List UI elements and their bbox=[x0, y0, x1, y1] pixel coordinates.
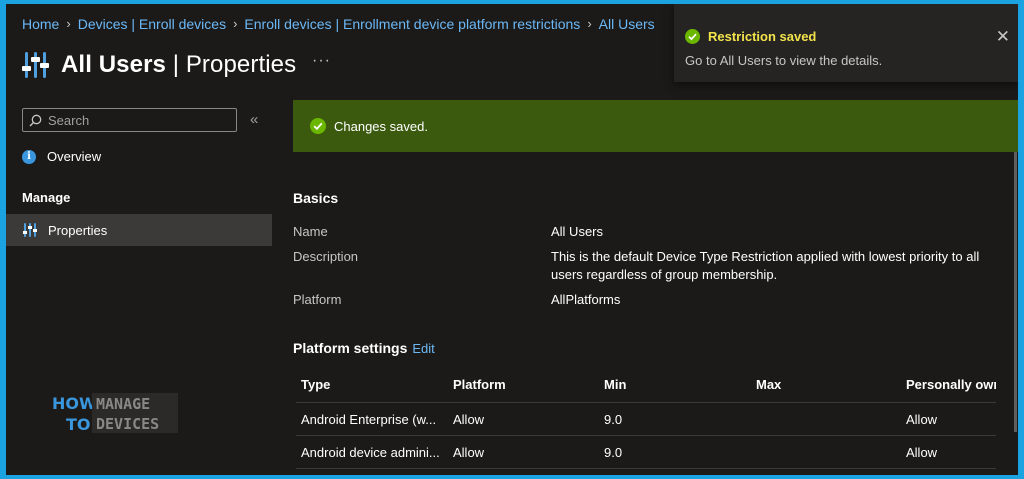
collapse-sidebar-button[interactable]: « bbox=[250, 111, 258, 128]
name-value: All Users bbox=[551, 224, 604, 239]
column-header-max[interactable]: Max bbox=[756, 366, 896, 402]
cell-max bbox=[756, 403, 896, 435]
toast-message: Go to All Users to view the details. bbox=[685, 53, 883, 68]
page-title: All Users | Properties bbox=[61, 51, 296, 79]
cell-min: 9.0 bbox=[604, 411, 623, 427]
cell-platform: Allow bbox=[453, 444, 485, 460]
cell-platform: Allow bbox=[453, 411, 485, 427]
cell-personally-owned: Allow bbox=[906, 411, 938, 427]
name-label: Name bbox=[293, 224, 328, 239]
cell-min: 9.0 bbox=[604, 444, 623, 460]
column-header-min[interactable]: Min bbox=[604, 366, 744, 402]
chevron-right-icon: › bbox=[587, 16, 592, 31]
platform-settings-table: Type Platform Min Max Personally own And… bbox=[296, 366, 996, 469]
content-scrollbar[interactable] bbox=[1014, 152, 1017, 432]
cell-personally-owned: Allow bbox=[906, 444, 938, 460]
cell-type: Android Enterprise (w... bbox=[301, 411, 437, 427]
platform-settings-title: Platform settings bbox=[293, 340, 408, 356]
chevron-right-icon: › bbox=[233, 16, 238, 31]
sidebar-item-label: Overview bbox=[47, 149, 102, 164]
search-icon bbox=[29, 114, 42, 126]
platform-settings-heading: Platform settings Edit bbox=[293, 340, 435, 356]
page-title-blade: Properties bbox=[185, 51, 297, 78]
breadcrumb-all-users[interactable]: All Users bbox=[599, 16, 655, 32]
platform-label: Platform bbox=[293, 292, 342, 307]
search-input[interactable]: Search bbox=[22, 108, 237, 132]
breadcrumb-platform-restrictions[interactable]: Enroll devices | Enrollment device platf… bbox=[244, 16, 580, 32]
properties-icon bbox=[23, 223, 37, 237]
description-value: This is the default Device Type Restrict… bbox=[551, 249, 980, 282]
cell-type: Android device admini... bbox=[301, 444, 440, 460]
breadcrumb-home[interactable]: Home bbox=[22, 16, 59, 32]
table-row[interactable]: Android device admini... Allow 9.0 Allow bbox=[296, 436, 996, 469]
logo-word-to: TO bbox=[66, 415, 91, 434]
page-title-separator: | bbox=[165, 51, 186, 78]
logo-word-how: HOW bbox=[52, 394, 97, 413]
toast-title: Restriction saved bbox=[708, 29, 817, 44]
column-header-type[interactable]: Type bbox=[301, 366, 449, 402]
basics-heading: Basics bbox=[293, 190, 339, 206]
description-label: Description bbox=[293, 249, 359, 264]
breadcrumb-enroll-devices[interactable]: Devices | Enroll devices bbox=[78, 16, 226, 32]
more-options-button[interactable]: ··· bbox=[312, 52, 331, 70]
check-circle-icon bbox=[685, 29, 700, 44]
notification-toast: Restriction saved Go to All Users to vie… bbox=[674, 4, 1018, 82]
column-header-personally-owned[interactable]: Personally own bbox=[906, 366, 996, 402]
page-header: All Users | Properties bbox=[22, 48, 296, 82]
table-header-row: Type Platform Min Max Personally own bbox=[296, 366, 996, 403]
banner-message: Changes saved. bbox=[334, 118, 428, 134]
page-title-resource: All Users bbox=[61, 51, 166, 78]
chevron-right-icon: › bbox=[66, 16, 71, 31]
close-icon[interactable]: ✕ bbox=[996, 28, 1010, 45]
sidebar-item-properties[interactable]: Properties bbox=[6, 214, 272, 246]
logo-word-devices: DEVICES bbox=[96, 415, 159, 433]
search-placeholder: Search bbox=[48, 112, 90, 128]
device-restrictions-icon bbox=[22, 48, 50, 82]
breadcrumb: Home › Devices | Enroll devices › Enroll… bbox=[22, 16, 655, 32]
portal-window: Home › Devices | Enroll devices › Enroll… bbox=[6, 4, 1018, 475]
table-row[interactable]: Android Enterprise (w... Allow 9.0 Allow bbox=[296, 403, 996, 436]
platform-value: AllPlatforms bbox=[551, 292, 621, 307]
info-icon: i bbox=[22, 149, 36, 164]
sidebar-item-overview[interactable]: i Overview bbox=[22, 149, 101, 164]
sidebar-section-manage: Manage bbox=[22, 190, 71, 205]
edit-platform-settings-link[interactable]: Edit bbox=[412, 341, 434, 356]
success-banner: Changes saved. bbox=[293, 100, 1018, 152]
logo-word-manage: MANAGE bbox=[96, 395, 150, 413]
how-to-manage-devices-logo: HOW TO MANAGE DEVICES bbox=[52, 391, 178, 435]
check-circle-icon bbox=[310, 118, 326, 134]
column-header-platform[interactable]: Platform bbox=[453, 366, 593, 402]
sidebar-item-label: Properties bbox=[48, 222, 108, 238]
cell-max bbox=[756, 436, 896, 468]
